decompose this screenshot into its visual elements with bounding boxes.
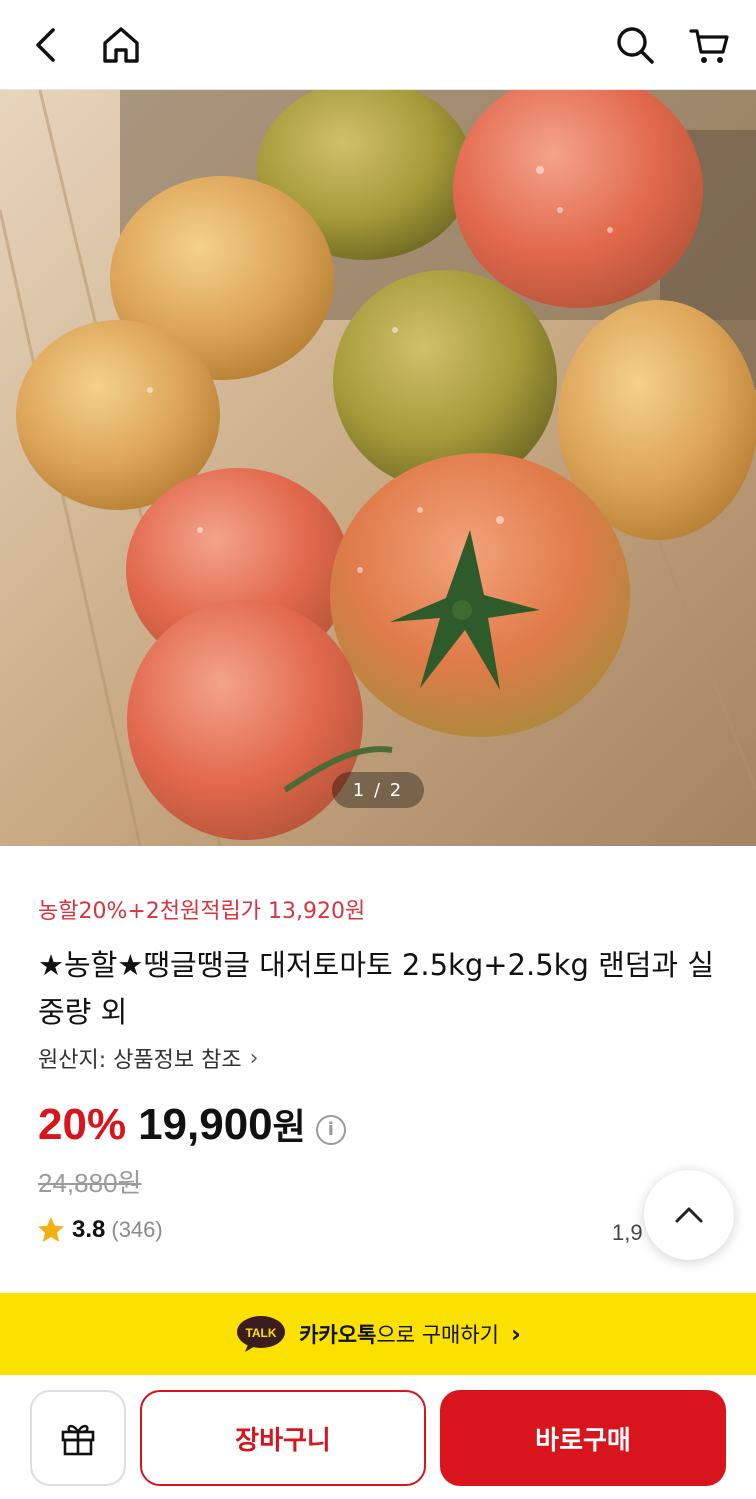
chevron-right-icon: › [511,1320,521,1348]
sale-price: 19,900 [138,1100,273,1149]
gift-button[interactable] [30,1390,126,1486]
info-icon[interactable]: i [315,1114,346,1145]
top-nav-bar [0,0,756,90]
gift-icon [61,1424,95,1456]
kakao-brand: 카카오톡 [299,1323,377,1347]
discount-rate: 20% [38,1100,127,1149]
search-icon [617,27,654,64]
cart-icon [689,29,729,63]
search-button[interactable] [608,18,662,72]
tomatoes-photo [0,90,756,846]
kakao-purchase-banner[interactable]: TALK 카카오톡으로 구매하기 › [0,1293,756,1375]
rating-score: 3.8 [72,1216,106,1243]
chevron-left-icon [36,28,55,62]
product-image-carousel[interactable]: 1 / 2 [0,90,756,846]
kakao-label: 카카오톡으로 구매하기 [299,1319,499,1349]
image-pager: 1 / 2 [332,772,424,808]
chevron-right-icon: › [249,1045,259,1071]
back-button[interactable] [20,18,74,72]
chevron-up-icon [675,1207,703,1223]
origin-label: 원산지: 상품정보 참조 [38,1048,242,1073]
cart-button[interactable] [682,18,736,72]
promo-price-text: 농할20%+2천원적립가 13,920원 [38,899,366,924]
home-icon [103,27,139,63]
buy-now-button[interactable]: 바로구매 [440,1390,726,1486]
review-count: (346) [111,1217,163,1242]
scroll-to-top-button[interactable] [644,1170,734,1260]
kakao-text: 으로 구매하기 [376,1323,499,1347]
add-to-cart-button[interactable]: 장바구니 [140,1390,426,1486]
price-row: 20% 19,900 원 i [38,1098,346,1150]
rating-summary[interactable]: 3.8 (346) [36,1215,163,1245]
origin-link[interactable]: 원산지: 상품정보 참조 › [38,1042,258,1074]
talk-badge-text: TALK [246,1326,277,1340]
home-button[interactable] [94,18,148,72]
product-title: ★농할★땡글땡글 대저토마토 2.5kg+2.5kg 랜덤과 실중량 외 [38,948,715,1029]
price-unit: 원 [272,1107,306,1148]
kakaotalk-icon: TALK [237,1316,286,1352]
star-icon [38,1217,64,1242]
sold-count: 1,9 [612,1220,643,1245]
bottom-action-bar: 장바구니 바로구매 [0,1375,756,1499]
original-price: 24,880원 [38,1168,142,1198]
